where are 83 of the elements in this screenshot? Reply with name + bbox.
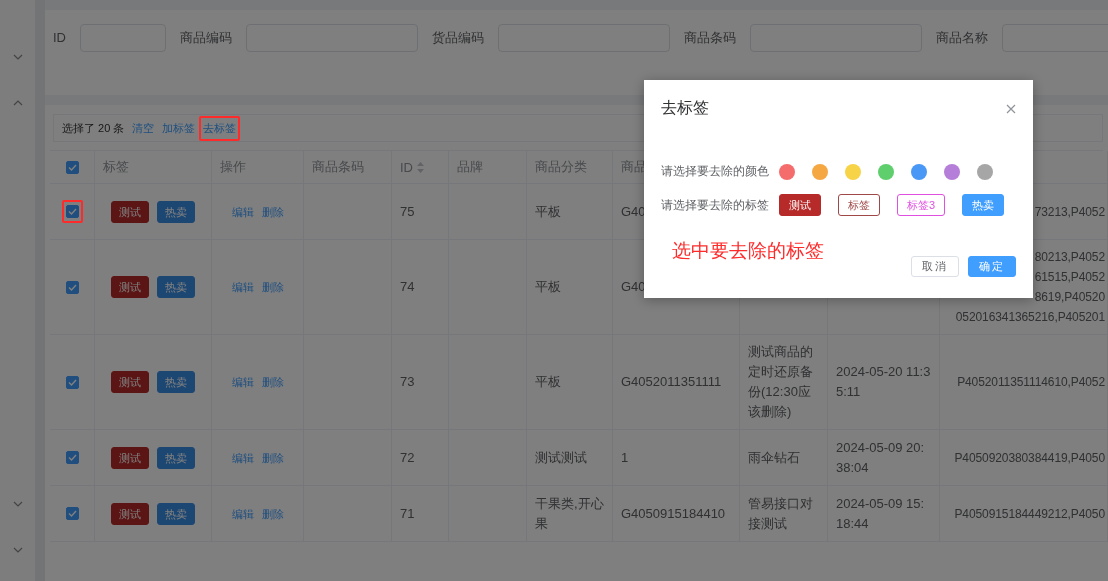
- tag-option[interactable]: 标签: [838, 194, 880, 216]
- selection-action-link[interactable]: 去标签: [203, 120, 237, 136]
- table-cell: 雨伞钻石: [740, 430, 828, 486]
- table-cell: 71: [392, 486, 449, 542]
- tag: 测试: [111, 502, 149, 525]
- delete-link[interactable]: 删除: [261, 503, 284, 524]
- table-cell: G4050915184410: [613, 486, 740, 542]
- tag: 测试: [111, 200, 149, 223]
- table-cell: 管易接口对接测试: [740, 486, 828, 542]
- row-checkbox[interactable]: [65, 280, 79, 294]
- tag-option[interactable]: 测试: [779, 194, 821, 216]
- table-cell: 72: [392, 430, 449, 486]
- chevron-down-icon[interactable]: [12, 54, 23, 60]
- table-cell: 2024-05-20 11:35:11: [828, 335, 940, 430]
- edit-link[interactable]: 编辑: [231, 503, 254, 524]
- edit-link[interactable]: 编辑: [231, 372, 254, 392]
- edit-link[interactable]: 编辑: [231, 201, 254, 222]
- checkmark-icon: [67, 283, 77, 291]
- edit-link[interactable]: 编辑: [231, 447, 254, 468]
- table-cell: 干果类,开心果: [527, 486, 613, 542]
- delete-link[interactable]: 删除: [261, 447, 284, 468]
- edit-link[interactable]: 编辑: [231, 277, 254, 297]
- tag: 热卖: [157, 502, 195, 525]
- tag-option[interactable]: 热卖: [962, 194, 1005, 216]
- table-cell: P4050920380384419,P4050: [940, 430, 1108, 486]
- table-cell: G4052011351111: [613, 335, 740, 430]
- tag: 测试: [111, 276, 149, 298]
- filter-label: 货品编码: [432, 29, 484, 47]
- table-cell: 75: [392, 184, 449, 240]
- table-cell: 1: [613, 430, 740, 486]
- checkmark-icon: [67, 163, 77, 171]
- row-checkbox[interactable]: [65, 375, 79, 389]
- filter-label: 商品名称: [936, 29, 988, 47]
- checkmark-icon: [67, 208, 77, 215]
- table-cell: 74: [392, 240, 449, 335]
- color-dot[interactable]: [779, 163, 795, 180]
- checkmark-icon: [67, 454, 77, 461]
- table-cell: 2024-05-09 15:18:44: [828, 486, 940, 542]
- sort-icon[interactable]: [417, 161, 424, 173]
- tag: 热卖: [157, 371, 195, 393]
- tag: 热卖: [157, 276, 195, 298]
- tag: 测试: [111, 371, 149, 393]
- checkmark-icon: [67, 510, 77, 517]
- color-dot[interactable]: [911, 163, 927, 180]
- selection-count: 选择了 20 条: [62, 120, 125, 136]
- table-cell: 测试商品的定时还原备份(12:30应该删除): [740, 335, 828, 430]
- selection-action-link[interactable]: 加标签: [162, 120, 196, 136]
- chevron-down-icon[interactable]: [12, 547, 23, 553]
- selection-action-link[interactable]: 清空: [132, 120, 155, 136]
- filter-label: 商品条码: [684, 29, 736, 47]
- color-dot[interactable]: [845, 163, 861, 180]
- checkmark-icon: [67, 378, 77, 386]
- chevron-up-icon[interactable]: [12, 100, 23, 106]
- table-cell: 测试测试: [527, 430, 613, 486]
- color-dot[interactable]: [977, 163, 993, 180]
- tag: 测试: [111, 446, 149, 469]
- tag: 热卖: [157, 200, 195, 223]
- row-checkbox[interactable]: [65, 205, 79, 218]
- table-cell: 2024-05-09 20:38:04: [828, 430, 940, 486]
- table-cell: P4052011351114610,P4052: [940, 335, 1108, 430]
- color-dot[interactable]: [878, 163, 894, 180]
- chevron-down-icon[interactable]: [12, 501, 23, 507]
- delete-link[interactable]: 删除: [261, 277, 284, 297]
- delete-link[interactable]: 删除: [261, 372, 284, 392]
- table-cell: 73: [392, 335, 449, 430]
- table-cell: 平板: [527, 240, 613, 335]
- table-cell: P4050915184449212,P4050: [940, 486, 1108, 542]
- cancel-button[interactable]: 取消: [911, 256, 959, 277]
- table-cell: 平板: [527, 335, 613, 430]
- color-dot[interactable]: [944, 163, 960, 180]
- tag-option[interactable]: 标签3: [897, 194, 946, 216]
- select-all-checkbox[interactable]: [65, 160, 79, 174]
- confirm-button[interactable]: 确定: [968, 256, 1016, 277]
- row-checkbox[interactable]: [65, 451, 79, 464]
- tag: 热卖: [157, 446, 195, 469]
- color-dot[interactable]: [812, 163, 828, 180]
- filter-label: ID: [53, 29, 66, 47]
- delete-link[interactable]: 删除: [261, 201, 284, 222]
- dialog-title: 去标签: [661, 98, 709, 118]
- table-cell: 平板: [527, 184, 613, 240]
- close-button[interactable]: [1006, 103, 1016, 114]
- row-checkbox[interactable]: [65, 507, 79, 520]
- filter-label: 商品编码: [180, 29, 232, 47]
